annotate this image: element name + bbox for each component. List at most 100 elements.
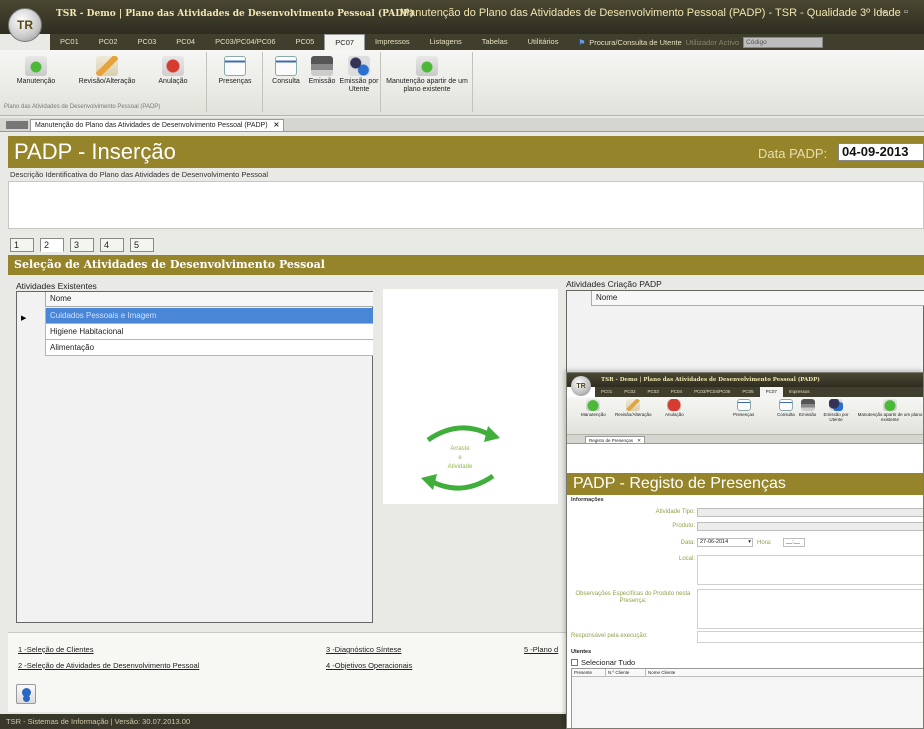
select-all-checkbox[interactable]: Selecionar Tudo bbox=[571, 658, 635, 667]
minimize-icon[interactable]: – bbox=[880, 6, 886, 18]
description-input[interactable] bbox=[8, 181, 924, 229]
step-tab-2[interactable]: 2 bbox=[40, 238, 64, 252]
anulacao-label: Anulação bbox=[158, 78, 188, 85]
overlay-tab-pc04[interactable]: PC04 bbox=[665, 387, 688, 397]
ribbon-group-padp: Manutenção Revisão/Alteração Anulação Pl… bbox=[0, 52, 207, 112]
tab-tabelas[interactable]: Tabelas bbox=[472, 34, 518, 50]
presencas-button[interactable]: Presenças bbox=[213, 56, 257, 86]
revisao-button[interactable]: Revisão/Alteração bbox=[68, 56, 146, 86]
data-picker[interactable]: 27-06-2014 ▾ bbox=[697, 538, 753, 547]
chevron-down-icon[interactable]: ▾ bbox=[748, 539, 752, 546]
anulacao-button[interactable]: Anulação bbox=[148, 56, 198, 86]
manutencao-button[interactable]: Manutenção bbox=[8, 56, 64, 86]
tab-pc02[interactable]: PC02 bbox=[89, 34, 128, 50]
overlay-page-title: PADP - Registo de Presenças bbox=[567, 473, 923, 495]
emissao-button[interactable]: Emissão bbox=[305, 56, 339, 86]
overlay-tab-pc03-pc04-pc06[interactable]: PC03/PC04/PC06 bbox=[688, 387, 736, 397]
overlay-revisao-label: Revisão/Alteração bbox=[615, 412, 652, 417]
overlay-emissao-utente-button[interactable]: Emissão por Utente bbox=[823, 399, 849, 422]
emissao-utente-button[interactable]: Emissão por Utente bbox=[339, 56, 379, 94]
checkbox-icon[interactable] bbox=[571, 659, 578, 666]
tab-pc04[interactable]: PC04 bbox=[166, 34, 205, 50]
cancel-icon bbox=[667, 399, 682, 411]
link-step-4[interactable]: 4 -Objetivos Operacionais bbox=[326, 661, 412, 670]
overlay-manutencao-button[interactable]: Manutenção bbox=[581, 399, 606, 417]
overlay-manutencao-plano-button[interactable]: Manutenção apartir de um plano existente bbox=[857, 399, 923, 422]
link-step-5[interactable]: 5 -Plano d bbox=[524, 645, 558, 654]
close-icon[interactable]: ✕ bbox=[637, 438, 641, 443]
column-header-presente[interactable]: Presente bbox=[572, 669, 606, 677]
responsavel-field[interactable] bbox=[697, 631, 923, 643]
overlay-tab-pc05[interactable]: PC05 bbox=[736, 387, 759, 397]
manutencao-plano-button[interactable]: Manutenção apartir de um plano existente bbox=[383, 56, 471, 94]
list-item[interactable]: Cuidados Pessoais e Imagem bbox=[45, 308, 373, 324]
select-all-label: Selecionar Tudo bbox=[581, 658, 636, 667]
ribbon-group-presencas: Presenças bbox=[207, 52, 263, 112]
tab-pc05[interactable]: PC05 bbox=[286, 34, 325, 50]
maximize-icon[interactable]: ▫ bbox=[904, 6, 908, 18]
presencas-label: Presenças bbox=[218, 78, 252, 85]
link-step-3[interactable]: 3 -Diagnóstico Síntese bbox=[326, 645, 401, 654]
produto-label: Produto: bbox=[672, 523, 695, 529]
transfer-arrows-icon[interactable]: Arraste e Atividade bbox=[418, 418, 503, 498]
tab-pc07[interactable]: PC07 bbox=[324, 34, 366, 50]
observacoes-field[interactable] bbox=[697, 589, 923, 629]
document-icon bbox=[224, 56, 246, 76]
close-icon[interactable]: ✕ bbox=[274, 122, 280, 129]
add-icon bbox=[25, 56, 47, 76]
step-tab-5[interactable]: 5 bbox=[130, 238, 154, 252]
overlay-presencas-button[interactable]: Presenças bbox=[733, 399, 754, 417]
tab-listagens[interactable]: Listagens bbox=[420, 34, 472, 50]
step-tab-3[interactable]: 3 bbox=[70, 238, 94, 252]
user-button[interactable] bbox=[16, 684, 36, 704]
logo-text: TR bbox=[17, 18, 33, 32]
ribbon-group-label: Plano das Atividades de Desenvolvimento … bbox=[4, 104, 161, 110]
overlay-tab-pc03[interactable]: PC03 bbox=[642, 387, 665, 397]
overlay-tab-pc02[interactable]: PC02 bbox=[618, 387, 641, 397]
tab-pc03[interactable]: PC03 bbox=[128, 34, 167, 50]
hora-field[interactable]: __:__ bbox=[783, 538, 805, 547]
overlay-logo[interactable]: TR bbox=[571, 376, 591, 396]
overlay-anulacao-button[interactable]: Anulação bbox=[665, 399, 684, 417]
overlay-tab-pc01[interactable]: PC01 bbox=[595, 387, 618, 397]
column-header-nome-right[interactable]: Nome bbox=[591, 291, 924, 306]
step-tab-1[interactable]: 1 bbox=[10, 238, 34, 252]
tab-impressos[interactable]: Impressos bbox=[365, 34, 420, 50]
link-step-2[interactable]: 2 -Seleção de Atividades de Desenvolvime… bbox=[18, 661, 199, 670]
hora-label: Hora: bbox=[757, 540, 772, 546]
cancel-icon bbox=[162, 56, 184, 76]
step-tab-4[interactable]: 4 bbox=[100, 238, 124, 252]
search-input[interactable]: Código bbox=[743, 36, 824, 48]
tab-pc01[interactable]: PC01 bbox=[50, 34, 89, 50]
app-logo[interactable]: TR bbox=[8, 8, 42, 42]
overlay-consulta-button[interactable]: Consulta bbox=[777, 399, 795, 417]
overlay-manutencao-plano-label: Manutenção apartir de um plano existente bbox=[857, 412, 923, 422]
tab-utilitarios[interactable]: Utilitários bbox=[518, 34, 569, 50]
atividade-tipo-label: Atividade Tipo: bbox=[655, 509, 695, 515]
atividade-tipo-field[interactable] bbox=[697, 508, 923, 517]
column-header-nome-cliente[interactable]: Nome Cliente bbox=[646, 669, 923, 677]
overlay-tab-pc07[interactable]: PC07 bbox=[759, 387, 783, 397]
list-item[interactable]: Alimentação bbox=[45, 340, 373, 356]
emissao-label: Emissão bbox=[308, 78, 336, 85]
column-header-nome[interactable]: Nome bbox=[45, 292, 373, 307]
produto-field[interactable] bbox=[697, 522, 923, 531]
title-bar: TSR - Demo | Plano das Atividades de Des… bbox=[0, 0, 924, 34]
preview-icon bbox=[778, 399, 793, 411]
link-step-1[interactable]: 1 -Seleção de Clientes bbox=[18, 645, 93, 654]
column-header-ncliente[interactable]: N.º Cliente bbox=[606, 669, 646, 677]
list-item[interactable]: Higiene Habitacional bbox=[45, 324, 373, 340]
overlay-emissao-button[interactable]: Emissão bbox=[799, 399, 816, 417]
local-field[interactable] bbox=[697, 555, 923, 585]
consulta-button[interactable]: Consulta bbox=[267, 56, 305, 86]
document-tab-strip: Manutenção do Plano das Atividades de De… bbox=[0, 118, 924, 132]
tab-pc03-pc04-pc06[interactable]: PC03/PC04/PC06 bbox=[205, 34, 285, 50]
overlay-revisao-button[interactable]: Revisão/Alteração bbox=[615, 399, 652, 417]
overlay-tab-impressos[interactable]: Impressos bbox=[783, 387, 816, 397]
overlay-document-tab[interactable]: Registo de Presenças ✕ bbox=[585, 436, 646, 444]
edit-icon bbox=[626, 399, 641, 411]
data-label: Data: bbox=[680, 540, 695, 546]
date-field[interactable]: 04-09-2013 bbox=[838, 143, 924, 161]
document-tab[interactable]: Manutenção do Plano das Atividades de De… bbox=[30, 119, 285, 132]
manutencao-label: Manutenção bbox=[16, 78, 56, 85]
